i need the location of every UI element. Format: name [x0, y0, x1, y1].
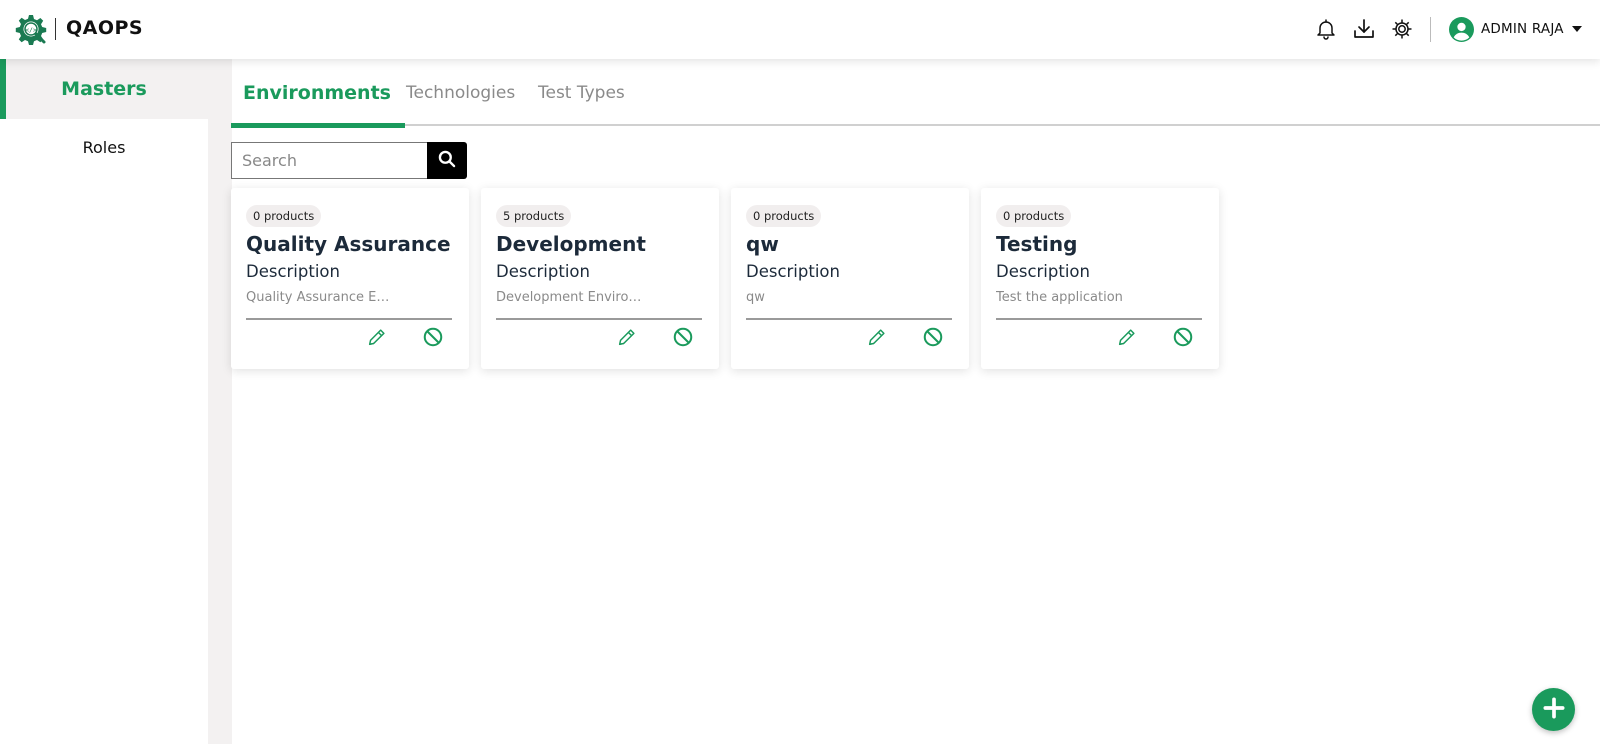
tab-test-types[interactable]: Test Types — [538, 59, 625, 126]
sidebar-item-label: Roles — [82, 137, 126, 157]
environment-card: 5 products Development Description Devel… — [481, 188, 719, 369]
card-title: Development — [496, 232, 646, 256]
card-description: Quality Assurance Environment — [246, 290, 396, 305]
products-badge: 0 products — [996, 205, 1072, 227]
pencil-icon — [366, 326, 388, 352]
ban-icon — [1172, 326, 1194, 352]
pencil-icon — [1116, 326, 1138, 352]
disable-button[interactable] — [420, 326, 446, 352]
edit-button[interactable] — [1114, 326, 1140, 352]
sidebar-strip — [208, 59, 232, 744]
tab-bar: Environments Technologies Test Types — [231, 59, 1600, 128]
sidebar-item-roles[interactable]: Roles — [0, 117, 208, 177]
environment-card: 0 products Quality Assurance Description… — [231, 188, 469, 369]
add-environment-button[interactable] — [1532, 688, 1575, 731]
top-header: </> QAOPS ADMIN RAJA — [0, 0, 1600, 59]
card-divider — [246, 318, 452, 320]
edit-button[interactable] — [864, 326, 890, 352]
disable-button[interactable] — [670, 326, 696, 352]
tab-technologies[interactable]: Technologies — [406, 59, 515, 126]
card-description: qw — [746, 290, 765, 305]
sidebar-item-label: Masters — [61, 78, 147, 100]
caret-down-icon — [1571, 26, 1582, 32]
disable-button[interactable] — [1170, 326, 1196, 352]
card-description: Development Environment — [496, 290, 646, 305]
card-title: Testing — [996, 232, 1078, 256]
card-divider — [496, 318, 702, 320]
search-input[interactable] — [231, 142, 427, 179]
user-circle-icon — [1449, 16, 1474, 42]
ban-icon — [922, 326, 944, 352]
ban-icon — [672, 326, 694, 352]
qaops-logo-icon[interactable]: </> — [15, 13, 47, 45]
tab-environments[interactable]: Environments — [231, 59, 405, 128]
card-divider — [746, 318, 952, 320]
user-menu[interactable]: ADMIN RAJA — [1449, 16, 1582, 42]
search-bar — [231, 142, 467, 179]
plus-icon — [1541, 695, 1567, 725]
pencil-icon — [616, 326, 638, 352]
header-separator — [1430, 17, 1431, 42]
card-description: Test the application — [996, 290, 1123, 305]
app-brand: QAOPS — [66, 17, 144, 39]
tab-label: Environments — [243, 81, 391, 104]
edit-button[interactable] — [614, 326, 640, 352]
sidebar-item-masters[interactable]: Masters — [0, 59, 208, 119]
logo-divider — [55, 18, 56, 40]
download-icon[interactable] — [1352, 17, 1376, 41]
products-badge: 5 products — [496, 205, 572, 227]
search-button[interactable] — [427, 142, 467, 179]
user-name: ADMIN RAJA — [1481, 21, 1564, 37]
card-divider — [996, 318, 1202, 320]
disable-button[interactable] — [920, 326, 946, 352]
description-label: Description — [496, 262, 590, 281]
description-label: Description — [246, 262, 340, 281]
ban-icon — [422, 326, 444, 352]
products-badge: 0 products — [246, 205, 322, 227]
tab-label: Technologies — [406, 82, 516, 103]
bell-icon[interactable] — [1314, 17, 1338, 41]
environment-card: 0 products qw Description qw — [731, 188, 969, 369]
products-badge: 0 products — [746, 205, 822, 227]
edit-button[interactable] — [364, 326, 390, 352]
card-title: Quality Assurance — [246, 232, 451, 256]
search-icon — [437, 149, 457, 173]
environment-card: 0 products Testing Description Test the … — [981, 188, 1219, 369]
settings-icon[interactable] — [1390, 17, 1414, 41]
description-label: Description — [996, 262, 1090, 281]
sidebar: Masters Roles — [0, 59, 208, 744]
pencil-icon — [866, 326, 888, 352]
description-label: Description — [746, 262, 840, 281]
tab-label: Test Types — [538, 82, 625, 103]
card-title: qw — [746, 232, 779, 256]
